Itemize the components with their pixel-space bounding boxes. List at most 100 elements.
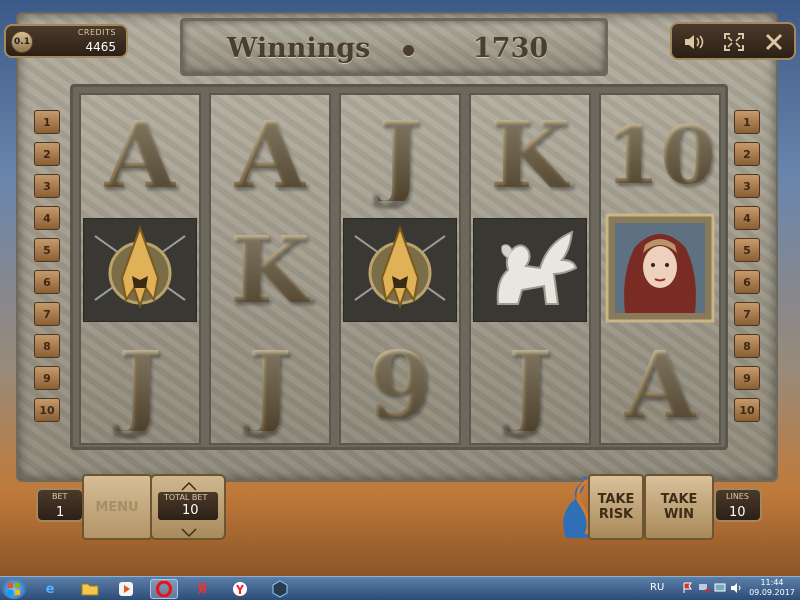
line-button-right-9[interactable]: 9 xyxy=(734,366,760,390)
credits-value: 4465 xyxy=(85,40,116,54)
clock[interactable]: 11:44 09.09.2017 xyxy=(748,578,796,598)
winnings-label: Winnings xyxy=(227,33,371,64)
credits-panel: 0.1 CREDITS 4465 xyxy=(4,24,128,58)
line-button-right-5[interactable]: 5 xyxy=(734,238,760,262)
reel-1-top-symbol: A xyxy=(81,97,199,213)
yandex-browser-icon[interactable] xyxy=(226,579,254,599)
take-win-button[interactable]: TAKE WIN xyxy=(644,474,714,540)
reel-2: AKJ xyxy=(209,93,331,445)
lines-value: 10 xyxy=(729,505,746,520)
chevron-up-icon[interactable] xyxy=(180,477,198,491)
lines-panel[interactable]: LINES 10 xyxy=(714,488,762,522)
reel-3-top-symbol: J xyxy=(341,97,459,213)
line-button-right-2[interactable]: 2 xyxy=(734,142,760,166)
winnings-value: 1730 xyxy=(473,33,549,64)
spartan-helmet-icon xyxy=(350,218,450,322)
speaker-icon[interactable] xyxy=(678,29,710,55)
reel-5-bottom-symbol: A xyxy=(601,327,719,443)
total-bet-value: 10 xyxy=(182,503,199,518)
take-risk-button[interactable]: TAKE RISK xyxy=(588,474,644,540)
line-button-right-1[interactable]: 1 xyxy=(734,110,760,134)
window-controls xyxy=(670,22,796,60)
clock-time: 11:44 xyxy=(760,578,784,587)
media-player-icon[interactable] xyxy=(112,579,140,599)
bet-value: 1 xyxy=(56,505,65,520)
start-button-icon[interactable] xyxy=(2,579,26,599)
line-button-right-6[interactable]: 6 xyxy=(734,270,760,294)
reel-4: KJ xyxy=(469,93,591,445)
griffin-statue-icon xyxy=(478,220,582,320)
close-icon[interactable] xyxy=(758,29,790,55)
reel-3-middle-symbol xyxy=(341,212,459,328)
symbol-letter: J xyxy=(378,101,422,209)
line-button-right-4[interactable]: 4 xyxy=(734,206,760,230)
total-bet-display: TOTAL BET 10 xyxy=(158,492,218,520)
opera-browser-icon[interactable] xyxy=(150,579,178,599)
spartan-helmet-icon xyxy=(90,218,190,322)
fullscreen-icon[interactable] xyxy=(718,29,750,55)
reel-5-middle-symbol xyxy=(601,212,719,328)
clock-date: 09.09.2017 xyxy=(749,588,795,597)
line-button-left-7[interactable]: 7 xyxy=(34,302,60,326)
language-indicator[interactable]: RU xyxy=(650,582,664,593)
symbol-letter: A xyxy=(234,101,306,209)
volume-icon[interactable] xyxy=(730,582,742,594)
symbol-letter: A xyxy=(624,331,696,439)
symbol-letter: 9 xyxy=(367,331,432,439)
symbol-letter: 10 xyxy=(604,108,716,202)
ie-browser-icon[interactable]: e xyxy=(36,579,64,599)
network-icon[interactable] xyxy=(698,582,710,594)
reel-5-top-symbol: 10 xyxy=(601,97,719,213)
line-button-left-5[interactable]: 5 xyxy=(34,238,60,262)
folder-icon[interactable] xyxy=(76,579,104,599)
line-button-left-10[interactable]: 10 xyxy=(34,398,60,422)
bet-label: BET xyxy=(52,492,68,501)
denomination-button[interactable]: 0.1 xyxy=(11,31,33,53)
reel-4-middle-symbol xyxy=(471,212,589,328)
monitor-icon[interactable] xyxy=(714,582,726,594)
symbol-letter: K xyxy=(490,101,570,209)
symbol-letter: J xyxy=(248,331,292,439)
line-button-left-8[interactable]: 8 xyxy=(34,334,60,358)
line-button-right-10[interactable]: 10 xyxy=(734,398,760,422)
line-button-left-4[interactable]: 4 xyxy=(34,206,60,230)
nox-player-icon[interactable] xyxy=(266,579,294,599)
bet-panel[interactable]: BET 1 xyxy=(36,488,84,522)
reel-2-top-symbol: A xyxy=(211,97,329,213)
reel-5: 10 A xyxy=(599,93,721,445)
symbol-letter: K xyxy=(230,216,310,324)
reel-2-bottom-symbol: J xyxy=(211,327,329,443)
reel-3-bottom-symbol: 9 xyxy=(341,327,459,443)
reel-4-top-symbol: K xyxy=(471,97,589,213)
reel-1-bottom-symbol: J xyxy=(81,327,199,443)
menu-button[interactable]: MENU xyxy=(82,474,152,540)
reel-1-middle-symbol xyxy=(81,212,199,328)
windows-taskbar: e Я RU 11:44 09.09.2017 xyxy=(0,576,800,600)
total-bet-panel: TOTAL BET 10 xyxy=(150,474,226,540)
slot-game: 0.1 CREDITS 4465 Winnings 1730 AJAKJJ9KJ… xyxy=(0,0,800,576)
line-button-left-1[interactable]: 1 xyxy=(34,110,60,134)
line-button-right-3[interactable]: 3 xyxy=(734,174,760,198)
symbol-letter: J xyxy=(118,331,162,439)
reel-4-bottom-symbol: J xyxy=(471,327,589,443)
symbol-letter: A xyxy=(104,101,176,209)
lines-label: LINES xyxy=(726,492,749,501)
symbol-letter: J xyxy=(508,331,552,439)
reel-2-middle-symbol: K xyxy=(211,212,329,328)
hooded-woman-icon xyxy=(605,213,715,327)
line-button-left-6[interactable]: 6 xyxy=(34,270,60,294)
line-button-left-2[interactable]: 2 xyxy=(34,142,60,166)
winnings-panel: Winnings 1730 xyxy=(180,18,608,76)
reel-3: J9 xyxy=(339,93,461,445)
line-button-right-7[interactable]: 7 xyxy=(734,302,760,326)
reel-1: AJ xyxy=(79,93,201,445)
credits-label: CREDITS xyxy=(77,28,116,37)
yandex-icon[interactable]: Я xyxy=(188,579,216,599)
chevron-down-icon[interactable] xyxy=(180,524,198,538)
flag-icon[interactable] xyxy=(682,582,694,594)
line-button-left-9[interactable]: 9 xyxy=(34,366,60,390)
line-button-left-3[interactable]: 3 xyxy=(34,174,60,198)
winnings-separator xyxy=(403,45,414,56)
reels-area: A J A K J J 9 K J 10 A xyxy=(70,84,728,450)
line-button-right-8[interactable]: 8 xyxy=(734,334,760,358)
